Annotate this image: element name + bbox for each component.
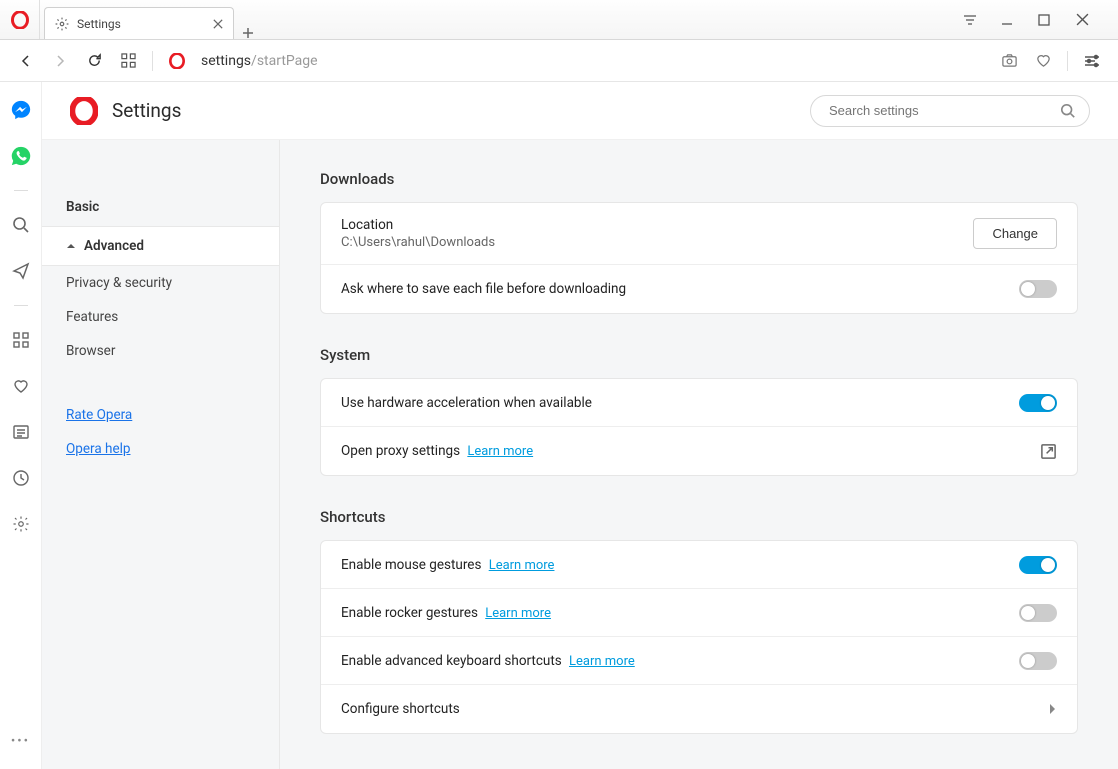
nav-advanced[interactable]: Advanced bbox=[42, 226, 279, 266]
nav-rate: Rate Opera bbox=[42, 398, 279, 432]
nav-features[interactable]: Features bbox=[42, 300, 279, 334]
page-title: Settings bbox=[112, 99, 796, 122]
minimize-icon[interactable] bbox=[1000, 13, 1024, 27]
more-icon[interactable]: ••• bbox=[11, 734, 30, 769]
tab-strip: Settings bbox=[40, 0, 944, 39]
mouse-label: Enable mouse gestures bbox=[341, 557, 481, 573]
content-column: Settings Basic Advanced Privacy & securi… bbox=[42, 82, 1118, 769]
rocker-toggle[interactable] bbox=[1019, 604, 1057, 622]
row-download-location: Location C:\Users\rahul\Downloads Change bbox=[321, 203, 1077, 265]
messenger-icon[interactable] bbox=[9, 98, 33, 122]
rate-opera-link[interactable]: Rate Opera bbox=[66, 407, 132, 423]
history-icon[interactable] bbox=[9, 466, 33, 490]
news-icon[interactable] bbox=[9, 420, 33, 444]
search-icon[interactable] bbox=[9, 213, 33, 237]
section-shortcuts: Shortcuts Enable mouse gestures Learn mo… bbox=[320, 508, 1078, 734]
workspace: ••• Settings Basic Advanced bbox=[0, 82, 1118, 769]
nav-back-icon[interactable] bbox=[16, 54, 36, 68]
maximize-icon[interactable] bbox=[1038, 14, 1062, 26]
chevron-up-icon bbox=[66, 241, 76, 251]
keyboard-toggle[interactable] bbox=[1019, 652, 1057, 670]
tab-title: Settings bbox=[77, 17, 121, 31]
settings-main: Downloads Location C:\Users\rahul\Downlo… bbox=[280, 140, 1118, 769]
search-wrap bbox=[810, 95, 1090, 127]
system-title: System bbox=[320, 346, 1078, 364]
speed-dial-icon[interactable] bbox=[118, 53, 138, 68]
row-rocker-gestures: Enable rocker gestures Learn more bbox=[321, 589, 1077, 637]
opera-menu-icon[interactable] bbox=[0, 0, 40, 39]
opera-logo-icon bbox=[70, 97, 98, 125]
keyboard-label: Enable advanced keyboard shortcuts bbox=[341, 653, 562, 669]
keyboard-learnmore-link[interactable]: Learn more bbox=[569, 654, 635, 669]
downloads-title: Downloads bbox=[320, 170, 1078, 188]
proxy-learnmore-link[interactable]: Learn more bbox=[467, 444, 533, 459]
hw-accel-toggle[interactable] bbox=[1019, 394, 1057, 412]
close-window-icon[interactable] bbox=[1076, 13, 1100, 26]
side-rail: ••• bbox=[0, 82, 42, 769]
location-path: C:\Users\rahul\Downloads bbox=[341, 235, 973, 250]
settings-header: Settings bbox=[42, 82, 1118, 140]
row-proxy[interactable]: Open proxy settings Learn more bbox=[321, 427, 1077, 475]
nav-forward-icon[interactable] bbox=[50, 54, 70, 68]
nav-help: Opera help bbox=[42, 432, 279, 466]
settings-rail-icon[interactable] bbox=[9, 512, 33, 536]
nav-advanced-label: Advanced bbox=[84, 238, 144, 254]
url-path: /startPage bbox=[251, 53, 318, 69]
search-input[interactable] bbox=[810, 95, 1090, 127]
gear-icon bbox=[55, 17, 69, 31]
window-controls bbox=[944, 0, 1118, 39]
section-system: System Use hardware acceleration when av… bbox=[320, 346, 1078, 476]
speed-dial-rail-icon[interactable] bbox=[9, 328, 33, 352]
hw-accel-label: Use hardware acceleration when available bbox=[341, 395, 592, 411]
nav-browser[interactable]: Browser bbox=[42, 334, 279, 368]
row-configure-shortcuts[interactable]: Configure shortcuts bbox=[321, 685, 1077, 733]
external-link-icon[interactable] bbox=[1040, 443, 1057, 460]
change-button[interactable]: Change bbox=[973, 218, 1057, 249]
rocker-label: Enable rocker gestures bbox=[341, 605, 478, 621]
send-icon[interactable] bbox=[9, 259, 33, 283]
url-base: settings bbox=[201, 53, 251, 69]
heart-icon[interactable] bbox=[1033, 52, 1053, 69]
new-tab-button[interactable] bbox=[234, 27, 262, 39]
ask-label: Ask where to save each file before downl… bbox=[341, 281, 626, 297]
rocker-learnmore-link[interactable]: Learn more bbox=[485, 606, 551, 621]
address-bar: settings/startPage bbox=[0, 40, 1118, 82]
search-mag-icon bbox=[1060, 103, 1076, 119]
section-downloads: Downloads Location C:\Users\rahul\Downlo… bbox=[320, 170, 1078, 314]
mouse-learnmore-link[interactable]: Learn more bbox=[489, 558, 555, 573]
opera-url-icon bbox=[167, 53, 187, 69]
sidebar-toggle-icon[interactable] bbox=[1082, 53, 1102, 69]
tab-close-icon[interactable] bbox=[213, 19, 223, 29]
shortcuts-title: Shortcuts bbox=[320, 508, 1078, 526]
rail-divider bbox=[14, 190, 28, 191]
row-keyboard-shortcuts: Enable advanced keyboard shortcuts Learn… bbox=[321, 637, 1077, 685]
proxy-label: Open proxy settings bbox=[341, 443, 460, 459]
heart-rail-icon[interactable] bbox=[9, 374, 33, 398]
rail-divider bbox=[14, 305, 28, 306]
reload-icon[interactable] bbox=[84, 53, 104, 68]
configure-label: Configure shortcuts bbox=[341, 701, 460, 717]
location-label: Location bbox=[341, 217, 973, 233]
settings-body: Basic Advanced Privacy & security Featur… bbox=[42, 140, 1118, 769]
nav-basic[interactable]: Basic bbox=[42, 188, 279, 226]
mouse-toggle[interactable] bbox=[1019, 556, 1057, 574]
tab-settings[interactable]: Settings bbox=[44, 7, 234, 39]
collapse-icon[interactable] bbox=[962, 13, 986, 27]
opera-help-link[interactable]: Opera help bbox=[66, 441, 131, 457]
ask-toggle[interactable] bbox=[1019, 280, 1057, 298]
nav-privacy[interactable]: Privacy & security bbox=[42, 266, 279, 300]
row-mouse-gestures: Enable mouse gestures Learn more bbox=[321, 541, 1077, 589]
title-bar: Settings bbox=[0, 0, 1118, 40]
whatsapp-icon[interactable] bbox=[9, 144, 33, 168]
settings-nav: Basic Advanced Privacy & security Featur… bbox=[42, 140, 280, 769]
row-ask-before-download: Ask where to save each file before downl… bbox=[321, 265, 1077, 313]
chevron-right-icon bbox=[1049, 703, 1057, 715]
url-field[interactable]: settings/startPage bbox=[201, 53, 985, 69]
camera-icon[interactable] bbox=[999, 52, 1019, 69]
row-hw-accel: Use hardware acceleration when available bbox=[321, 379, 1077, 427]
